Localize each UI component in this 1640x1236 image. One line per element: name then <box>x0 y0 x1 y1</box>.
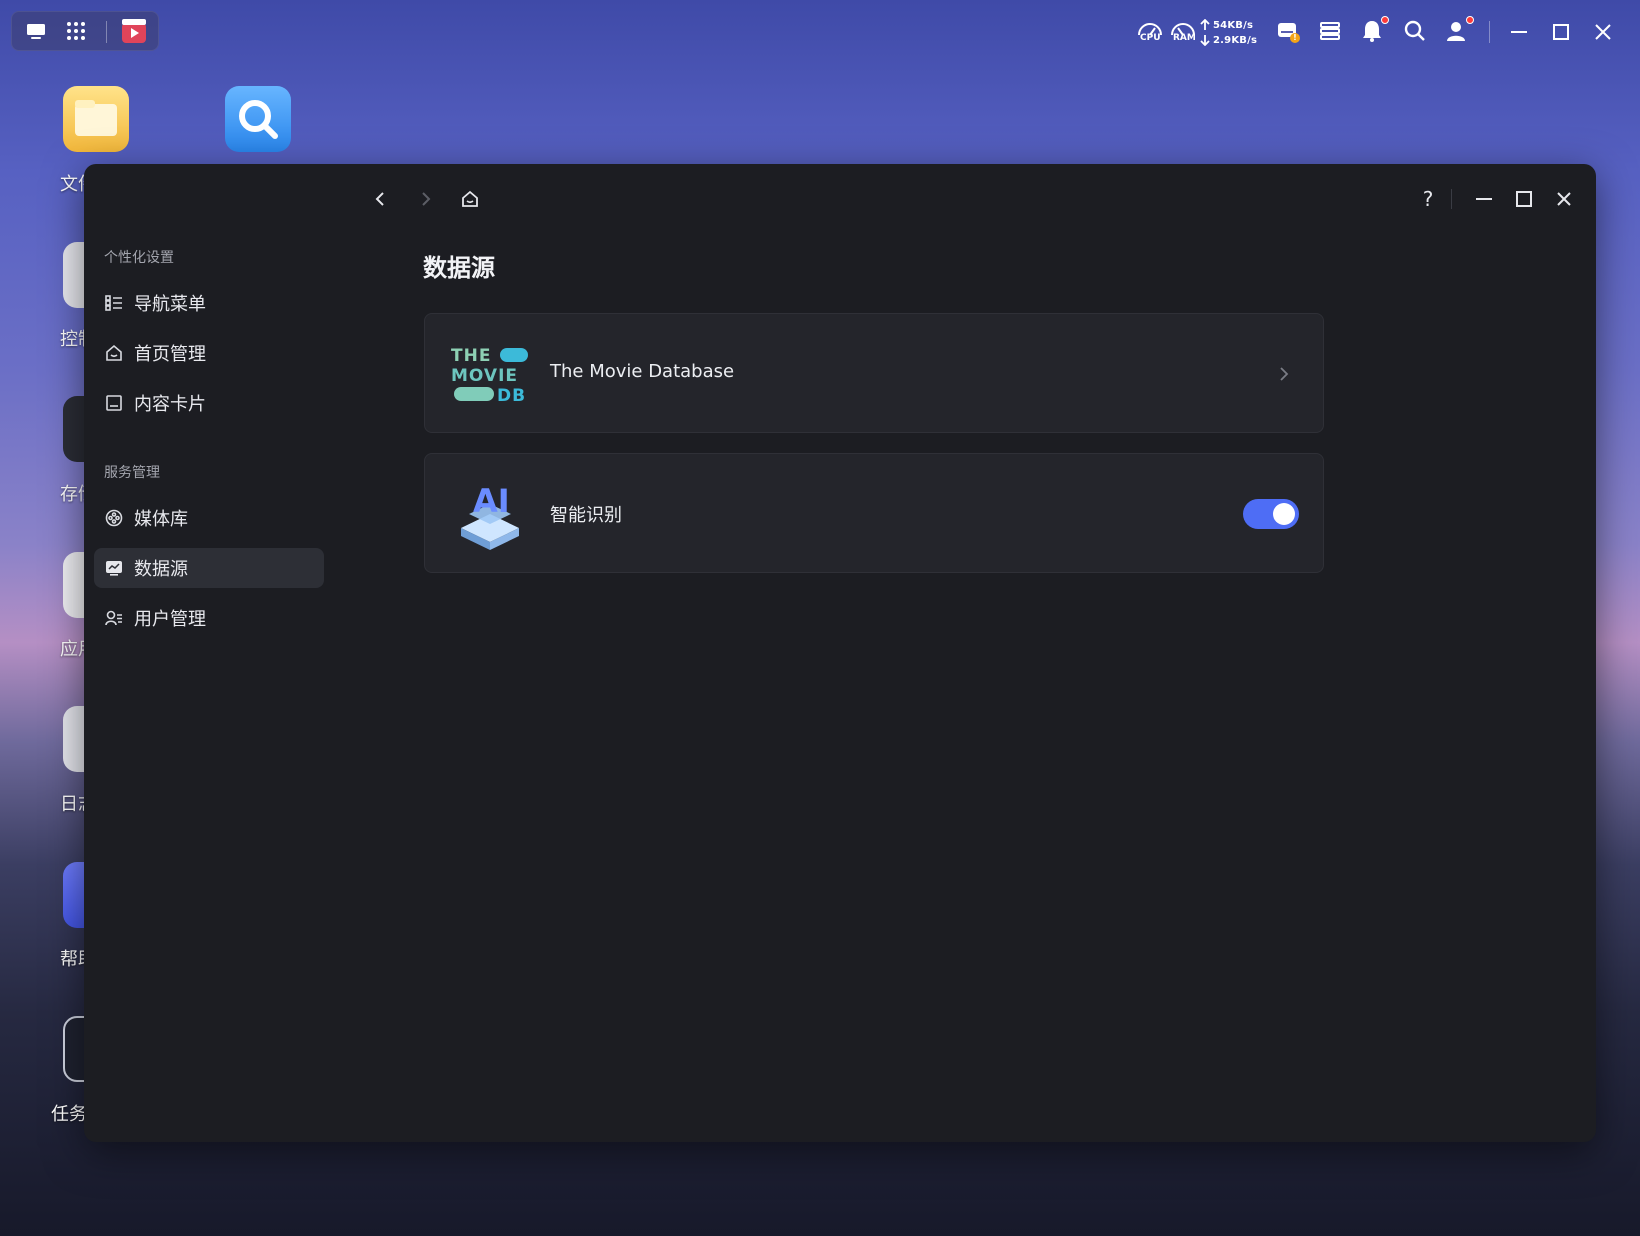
tmdb-logo-line-2: MOVIE <box>451 366 518 386</box>
sidebar-item-nav-menu[interactable]: 导航菜单 <box>94 283 324 323</box>
launcher-divider <box>106 21 107 43</box>
cpu-label: CPU <box>1140 33 1161 43</box>
sidebar-item-data-source[interactable]: 数据源 <box>94 548 324 588</box>
notification-badge <box>1381 16 1389 24</box>
close-icon <box>1557 192 1571 206</box>
window-close-button[interactable] <box>1549 184 1579 214</box>
taskbar-divider <box>1489 21 1490 43</box>
home-icon <box>462 190 478 207</box>
maximize-icon <box>1516 191 1532 207</box>
ai-recognition-label: 智能识别 <box>550 505 622 526</box>
forward-button[interactable] <box>410 184 440 214</box>
tmdb-logo-line-1: THE <box>451 346 491 366</box>
tmdb-logo: THE MOVIE DB <box>451 344 531 406</box>
window-minimize-button[interactable] <box>1469 184 1499 214</box>
sidebar-item-label: 数据源 <box>134 559 188 580</box>
home-icon <box>104 343 124 363</box>
ai-recognition-card: AI 智能识别 <box>424 453 1324 573</box>
sidebar: 个性化设置 导航菜单 首页管理 内容卡片 服务管理 媒体库 数据源 用户管理 <box>84 164 344 1142</box>
ram-label: RAM <box>1173 33 1196 43</box>
desktop-icon[interactable] <box>20 15 52 47</box>
maximize-icon[interactable] <box>1545 16 1577 48</box>
window-maximize-button[interactable] <box>1509 184 1539 214</box>
sidebar-item-home-management[interactable]: 首页管理 <box>94 333 324 373</box>
chevron-left-icon <box>375 192 384 206</box>
search-icon[interactable] <box>1399 15 1431 47</box>
tmdb-card[interactable]: THE MOVIE DB The Movie Database <box>424 313 1324 433</box>
taskbar: CPU RAM 54KB/s 2.9KB/s ! <box>0 0 1640 60</box>
upload-speed: 54KB/s <box>1213 20 1254 31</box>
window-controls-divider <box>1451 189 1452 209</box>
minimize-icon[interactable] <box>1503 16 1535 48</box>
desktop-label-tasks: 任务 <box>51 1104 87 1125</box>
sidebar-item-label: 媒体库 <box>134 509 188 530</box>
list-icon <box>104 293 124 313</box>
card-icon <box>104 393 124 413</box>
minimize-icon <box>1476 198 1492 200</box>
app-grid-icon[interactable] <box>60 15 92 47</box>
ai-recognition-toggle[interactable] <box>1243 499 1299 529</box>
tmdb-card-label: The Movie Database <box>550 361 735 382</box>
user-badge <box>1466 16 1474 24</box>
upload-arrow-icon <box>1200 19 1210 30</box>
sidebar-item-label: 内容卡片 <box>134 394 206 415</box>
close-icon[interactable] <box>1587 16 1619 48</box>
chevron-right-icon[interactable] <box>1277 365 1291 383</box>
search-app-desktop-icon[interactable] <box>225 86 291 152</box>
section-title-service-management: 服务管理 <box>104 465 160 481</box>
storage-badge: ! <box>1290 33 1300 43</box>
chevron-right-icon <box>422 192 431 206</box>
page-title: 数据源 <box>423 254 495 282</box>
toggle-knob <box>1273 503 1295 525</box>
tmdb-logo-line-3: DB <box>497 386 526 404</box>
media-library-icon <box>104 508 124 528</box>
download-speed: 2.9KB/s <box>1213 35 1258 46</box>
sidebar-item-label: 用户管理 <box>134 609 206 630</box>
sidebar-item-user-management[interactable]: 用户管理 <box>94 598 324 638</box>
video-player-icon[interactable] <box>118 15 150 47</box>
back-button[interactable] <box>366 184 396 214</box>
launcher-group <box>11 11 159 51</box>
help-button[interactable]: ? <box>1413 184 1443 214</box>
ai-logo-text: AI <box>473 482 510 520</box>
data-source-icon <box>104 558 124 578</box>
storage-alert-icon[interactable] <box>1272 15 1304 47</box>
ai-logo-icon: AI <box>455 474 525 554</box>
sidebar-item-label: 首页管理 <box>134 344 206 365</box>
file-manager-desktop-icon[interactable] <box>63 86 129 152</box>
section-title-personalization: 个性化设置 <box>104 250 174 266</box>
help-label: ? <box>1422 187 1434 211</box>
download-arrow-icon <box>1200 35 1210 46</box>
sidebar-item-media-library[interactable]: 媒体库 <box>94 498 324 538</box>
settings-window: ? 个性化设置 导航菜单 首页管理 内容卡片 服务管理 媒体库 数据源 用户管理… <box>84 164 1596 1142</box>
sidebar-item-content-cards[interactable]: 内容卡片 <box>94 383 324 423</box>
sidebar-item-label: 导航菜单 <box>134 294 206 315</box>
users-icon <box>104 608 124 628</box>
home-button[interactable] <box>455 184 485 214</box>
control-panel-icon[interactable] <box>1314 15 1346 47</box>
